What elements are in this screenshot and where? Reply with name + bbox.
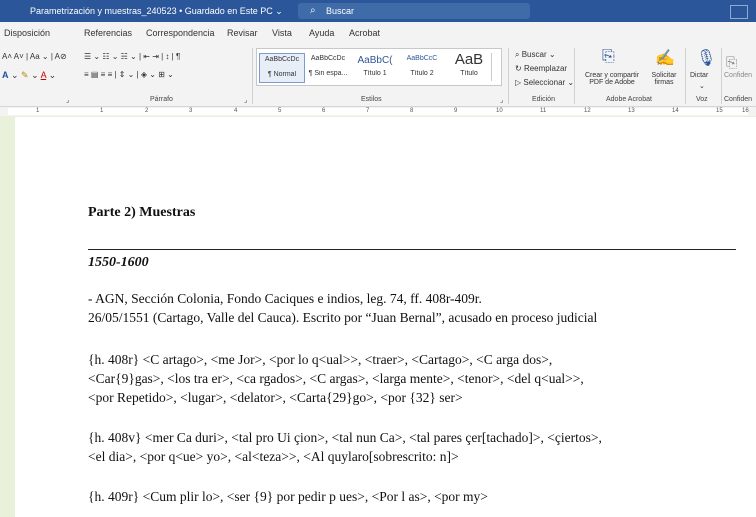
transcription-409r: {h. 409r} <Cum plir lo>, <ser {9} por pe… — [88, 489, 488, 504]
font-size-buttons-icon[interactable]: A˄ A˅ | Aa ⌄ | A⊘ — [2, 52, 67, 61]
styles-scroll-icon[interactable] — [491, 53, 501, 81]
ribbon: A˄ A˅ | Aa ⌄ | A⊘ A ⌄ ✎ ⌄ A ⌄ ☰ ⌄ ☷ ⌄ ☵ … — [0, 44, 756, 107]
group-label-adobe-acrobat: Adobe Acrobat — [606, 96, 652, 103]
font-color-buttons-icon[interactable]: A ⌄ ✎ ⌄ A ⌄ — [2, 70, 56, 81]
search-box[interactable]: ⌕ Buscar — [298, 3, 530, 19]
dialog-launcher-icon[interactable]: ⌟ — [66, 96, 69, 104]
divider — [574, 48, 575, 104]
tab-vista[interactable]: Vista — [272, 28, 292, 38]
tab-correspondencia[interactable]: Correspondencia — [146, 28, 215, 38]
search-placeholder: Buscar — [326, 6, 355, 16]
styles-gallery: AaBbCcDc ¶ Normal AaBbCcDc ¶ Sin espa...… — [256, 48, 502, 86]
find-button[interactable]: ⌕ Buscar ⌄ — [515, 50, 556, 60]
style-titulo-2[interactable]: AaBbCcC Título 2 — [400, 53, 444, 81]
group-label-editing: Edición — [532, 96, 555, 103]
replace-icon: ↻ — [515, 64, 522, 73]
tab-ayuda[interactable]: Ayuda — [309, 28, 334, 38]
search-icon: ⌕ — [515, 50, 520, 59]
group-label-paragraph: Párrafo — [150, 96, 173, 103]
divider — [685, 48, 686, 104]
dialog-launcher-icon[interactable]: ⌟ — [500, 96, 503, 104]
divider — [721, 48, 722, 104]
context-line: 26/05/1551 (Cartago, Valle del Cauca). E… — [88, 310, 598, 325]
date-range-heading: 1550-1600 — [88, 255, 149, 270]
transcription-408r: {h. 408r} <C artago>, <me Jor>, <por lo … — [88, 352, 584, 405]
source-line: - AGN, Sección Colonia, Fondo Caciques e… — [88, 291, 482, 306]
tab-acrobat[interactable]: Acrobat — [349, 28, 380, 38]
menu-bar: Disposición Referencias Correspondencia … — [0, 22, 756, 44]
style-titulo[interactable]: AaB Título — [447, 51, 491, 81]
sensitivity-icon[interactable]: ⎘ — [726, 54, 737, 71]
group-label-styles: Estilos — [361, 96, 382, 103]
group-label-voice: Voz — [696, 96, 708, 103]
replace-button[interactable]: ↻ Reemplazar — [515, 64, 567, 73]
tab-referencias[interactable]: Referencias — [84, 28, 132, 38]
document-page[interactable]: Parte 2) Muestras 1550-1600 - AGN, Secci… — [15, 117, 756, 517]
horizontal-ruler[interactable]: 1 1 2 3 4 5 6 7 8 9 10 11 12 13 14 15 16 — [0, 107, 756, 116]
divider — [508, 48, 509, 104]
dialog-launcher-icon[interactable]: ⌟ — [244, 96, 247, 104]
style-normal[interactable]: AaBbCcDc ¶ Normal — [259, 53, 305, 83]
microphone-icon: 🎙 — [696, 50, 717, 67]
chevron-down-icon: ⌄ — [699, 83, 705, 90]
cursor-icon: ▷ — [515, 78, 522, 87]
style-titulo-1[interactable]: AaBbC( Título 1 — [353, 53, 397, 81]
list-buttons-icon[interactable]: ☰ ⌄ ☷ ⌄ ☵ ⌄ | ⇤ ⇥ | ↕ | ¶ — [84, 52, 180, 61]
group-label-confidential: Confiden — [724, 96, 753, 103]
confidential-button[interactable]: Confiden — [724, 72, 752, 79]
tab-revisar[interactable]: Revisar — [227, 28, 258, 38]
tab-disposicion[interactable]: Disposición — [4, 28, 50, 38]
align-buttons-icon[interactable]: ≡ ▤ ≡ ≡ | ⇕ ⌄ | ◈ ⌄ ⊞ ⌄ — [84, 70, 174, 79]
ruler-track — [8, 108, 748, 115]
transcription-408v: {h. 408v} <mer Ca duri>, <tal pro Ui çio… — [88, 430, 602, 464]
horizontal-rule — [88, 249, 736, 250]
create-pdf-icon: ⎘ — [602, 48, 615, 65]
style-sin-espaciado[interactable]: AaBbCcDc ¶ Sin espa... — [306, 53, 350, 81]
dictate-button[interactable]: 🎙 Dictar ⌄ — [688, 48, 716, 92]
document-title[interactable]: Parametrización y muestras_240523 • Guar… — [30, 6, 283, 17]
create-pdf-button[interactable]: ⎘ Crear y compartir PDF de Adobe — [582, 48, 642, 92]
section-heading: Parte 2) Muestras — [88, 205, 196, 220]
divider — [252, 48, 253, 104]
signature-icon: ✍ — [655, 50, 675, 67]
search-icon: ⌕ — [310, 5, 316, 16]
select-button[interactable]: ▷ Seleccionar ⌄ — [515, 78, 574, 87]
request-signatures-button[interactable]: ✍ Solicitar firmas — [646, 48, 682, 92]
ribbon-display-options-icon[interactable] — [730, 5, 748, 19]
title-bar: Parametrización y muestras_240523 • Guar… — [0, 0, 756, 22]
